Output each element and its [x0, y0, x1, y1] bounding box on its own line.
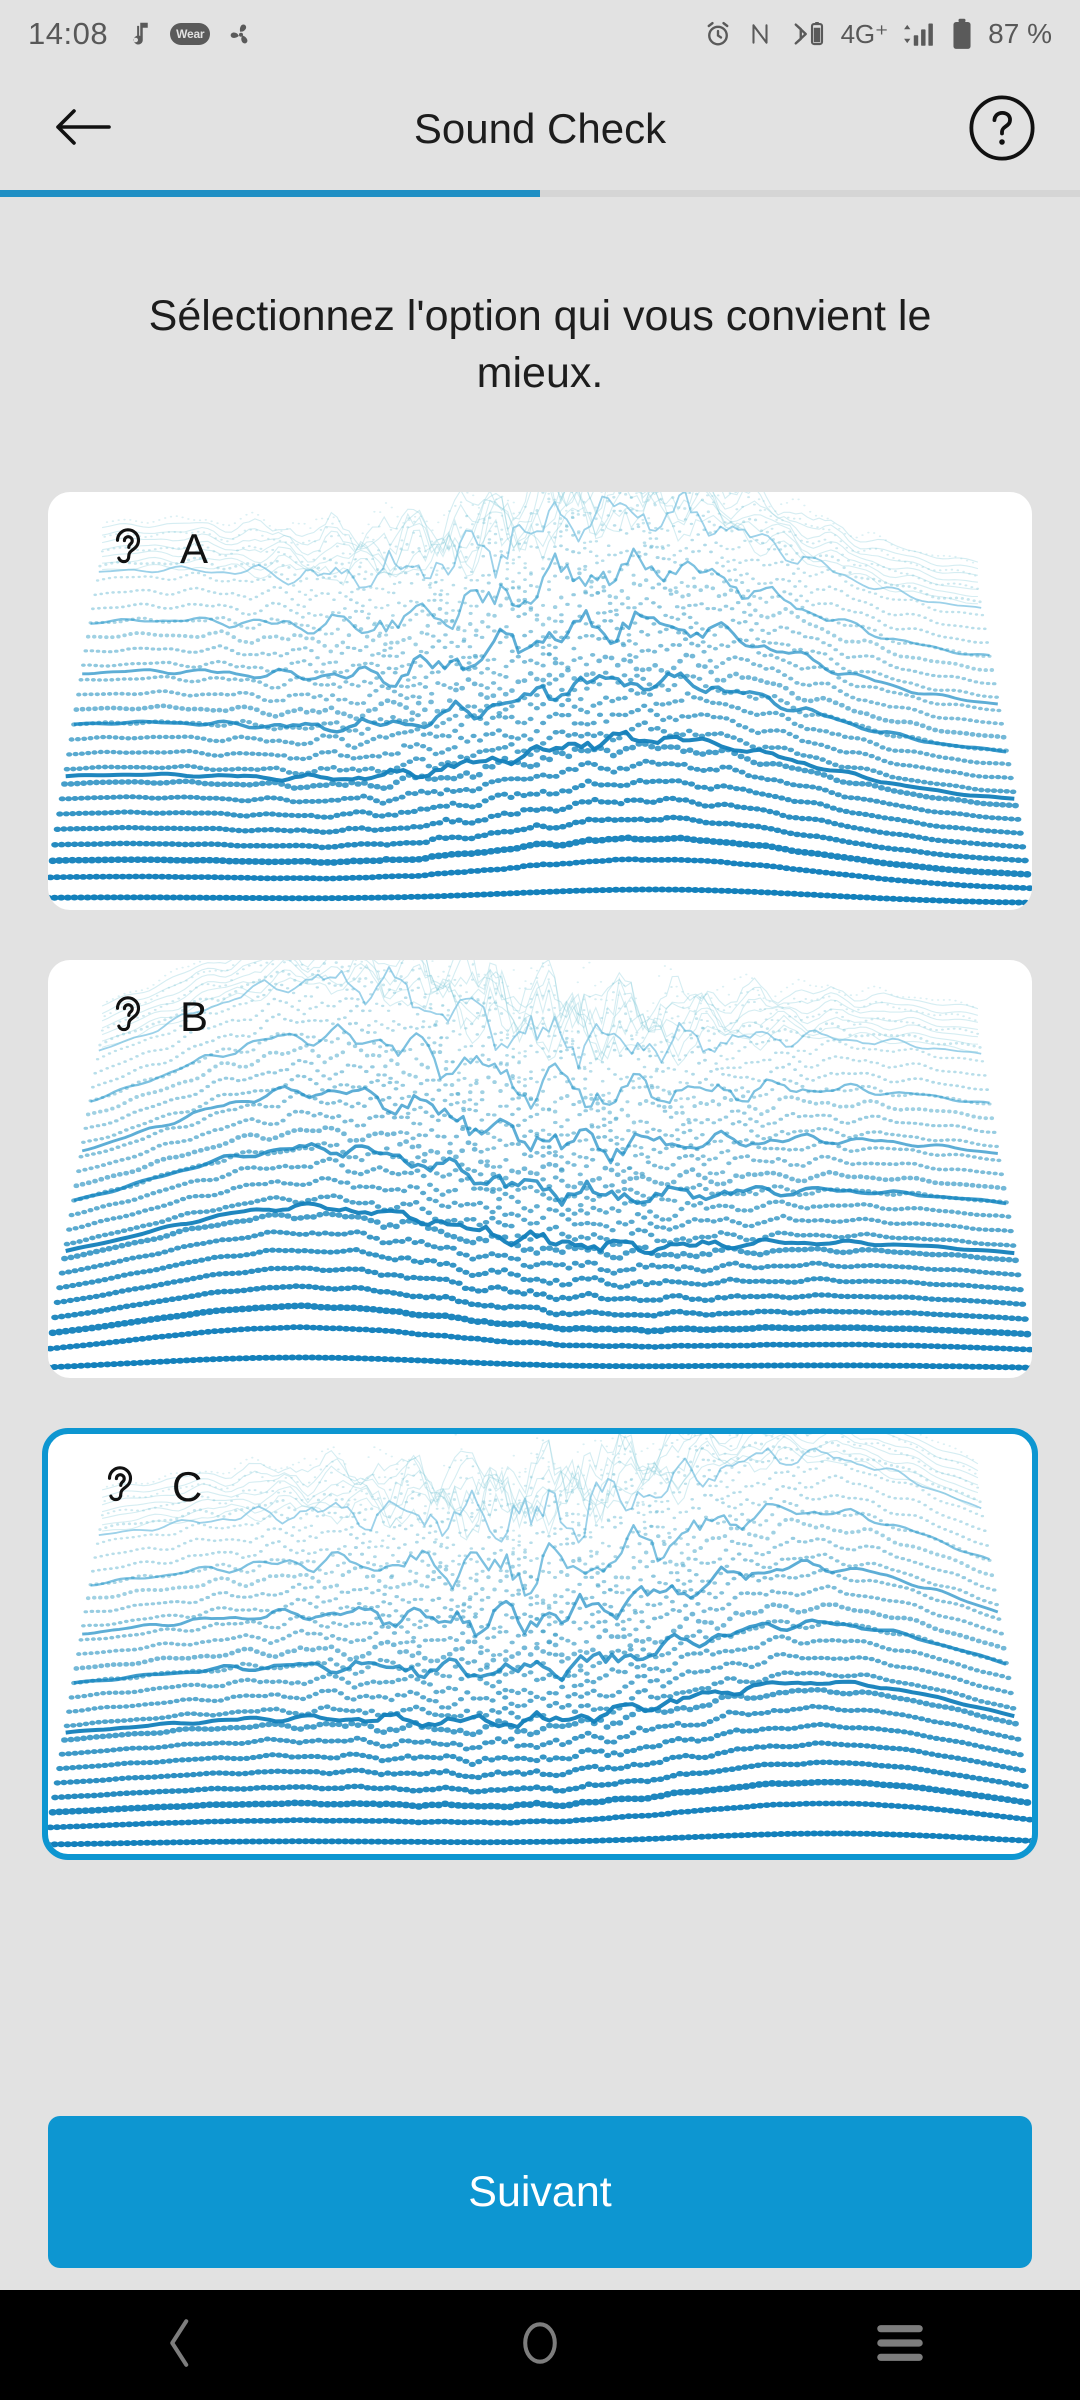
android-nav-bar	[0, 2290, 1080, 2400]
signal-bars-icon	[902, 19, 936, 49]
bluetooth-battery-icon	[787, 18, 827, 50]
nav-home-button[interactable]	[450, 2290, 630, 2400]
ear-icon	[98, 1460, 142, 1513]
status-bar-left: 14:08 Wear	[28, 16, 256, 52]
option-card-c-header: C	[98, 1460, 202, 1513]
status-bar-right: 4G⁺ 87 %	[703, 18, 1052, 50]
option-card-c-letter: C	[172, 1462, 203, 1510]
app-bar: Sound Check	[0, 68, 1080, 190]
option-card-b-header: B	[106, 990, 208, 1043]
nav-recents-button[interactable]	[810, 2290, 990, 2400]
option-card-b-letter: B	[180, 992, 209, 1040]
next-button[interactable]: Suivant	[48, 2116, 1032, 2268]
nav-back-button[interactable]	[90, 2290, 270, 2400]
help-button[interactable]	[966, 94, 1038, 166]
arrow-left-icon	[52, 104, 114, 155]
ear-icon	[106, 522, 150, 575]
recents-nav-icon	[874, 2321, 926, 2370]
home-nav-icon	[516, 2315, 564, 2376]
option-card-a-letter: A	[180, 524, 209, 572]
option-card-b[interactable]: B	[48, 960, 1032, 1378]
back-nav-icon	[160, 2315, 200, 2376]
option-card-a-header: A	[106, 522, 208, 575]
nfc-icon	[747, 19, 773, 49]
music-note-icon	[124, 18, 154, 50]
back-button[interactable]	[48, 96, 118, 162]
instruction-heading: Sélectionnez l'option qui vous convient …	[148, 292, 932, 397]
network-type-icon: 4G⁺	[840, 18, 889, 49]
option-card-a[interactable]: A	[48, 492, 1032, 910]
progress-bar-fill	[0, 190, 540, 197]
ear-icon	[106, 990, 150, 1043]
status-bar-clock: 14:08	[28, 16, 109, 51]
status-bar: 14:08 Wear 4G⁺ 87 %	[0, 0, 1080, 68]
battery-percent-label: 87 %	[988, 18, 1052, 49]
wear-badge-icon: Wear	[170, 23, 211, 45]
progress-bar	[0, 190, 1080, 197]
question-mark-circle-icon	[967, 93, 1037, 168]
battery-icon	[950, 18, 974, 50]
fan-icon	[226, 19, 256, 49]
phone-screen: 14:08 Wear 4G⁺ 87 % Sound Check Sélectio…	[0, 0, 1080, 2400]
alarm-icon	[703, 19, 733, 49]
page-title: Sound Check	[413, 105, 667, 152]
option-card-list: A B C	[0, 492, 1080, 1910]
option-card-c[interactable]: C	[42, 1428, 1038, 1860]
